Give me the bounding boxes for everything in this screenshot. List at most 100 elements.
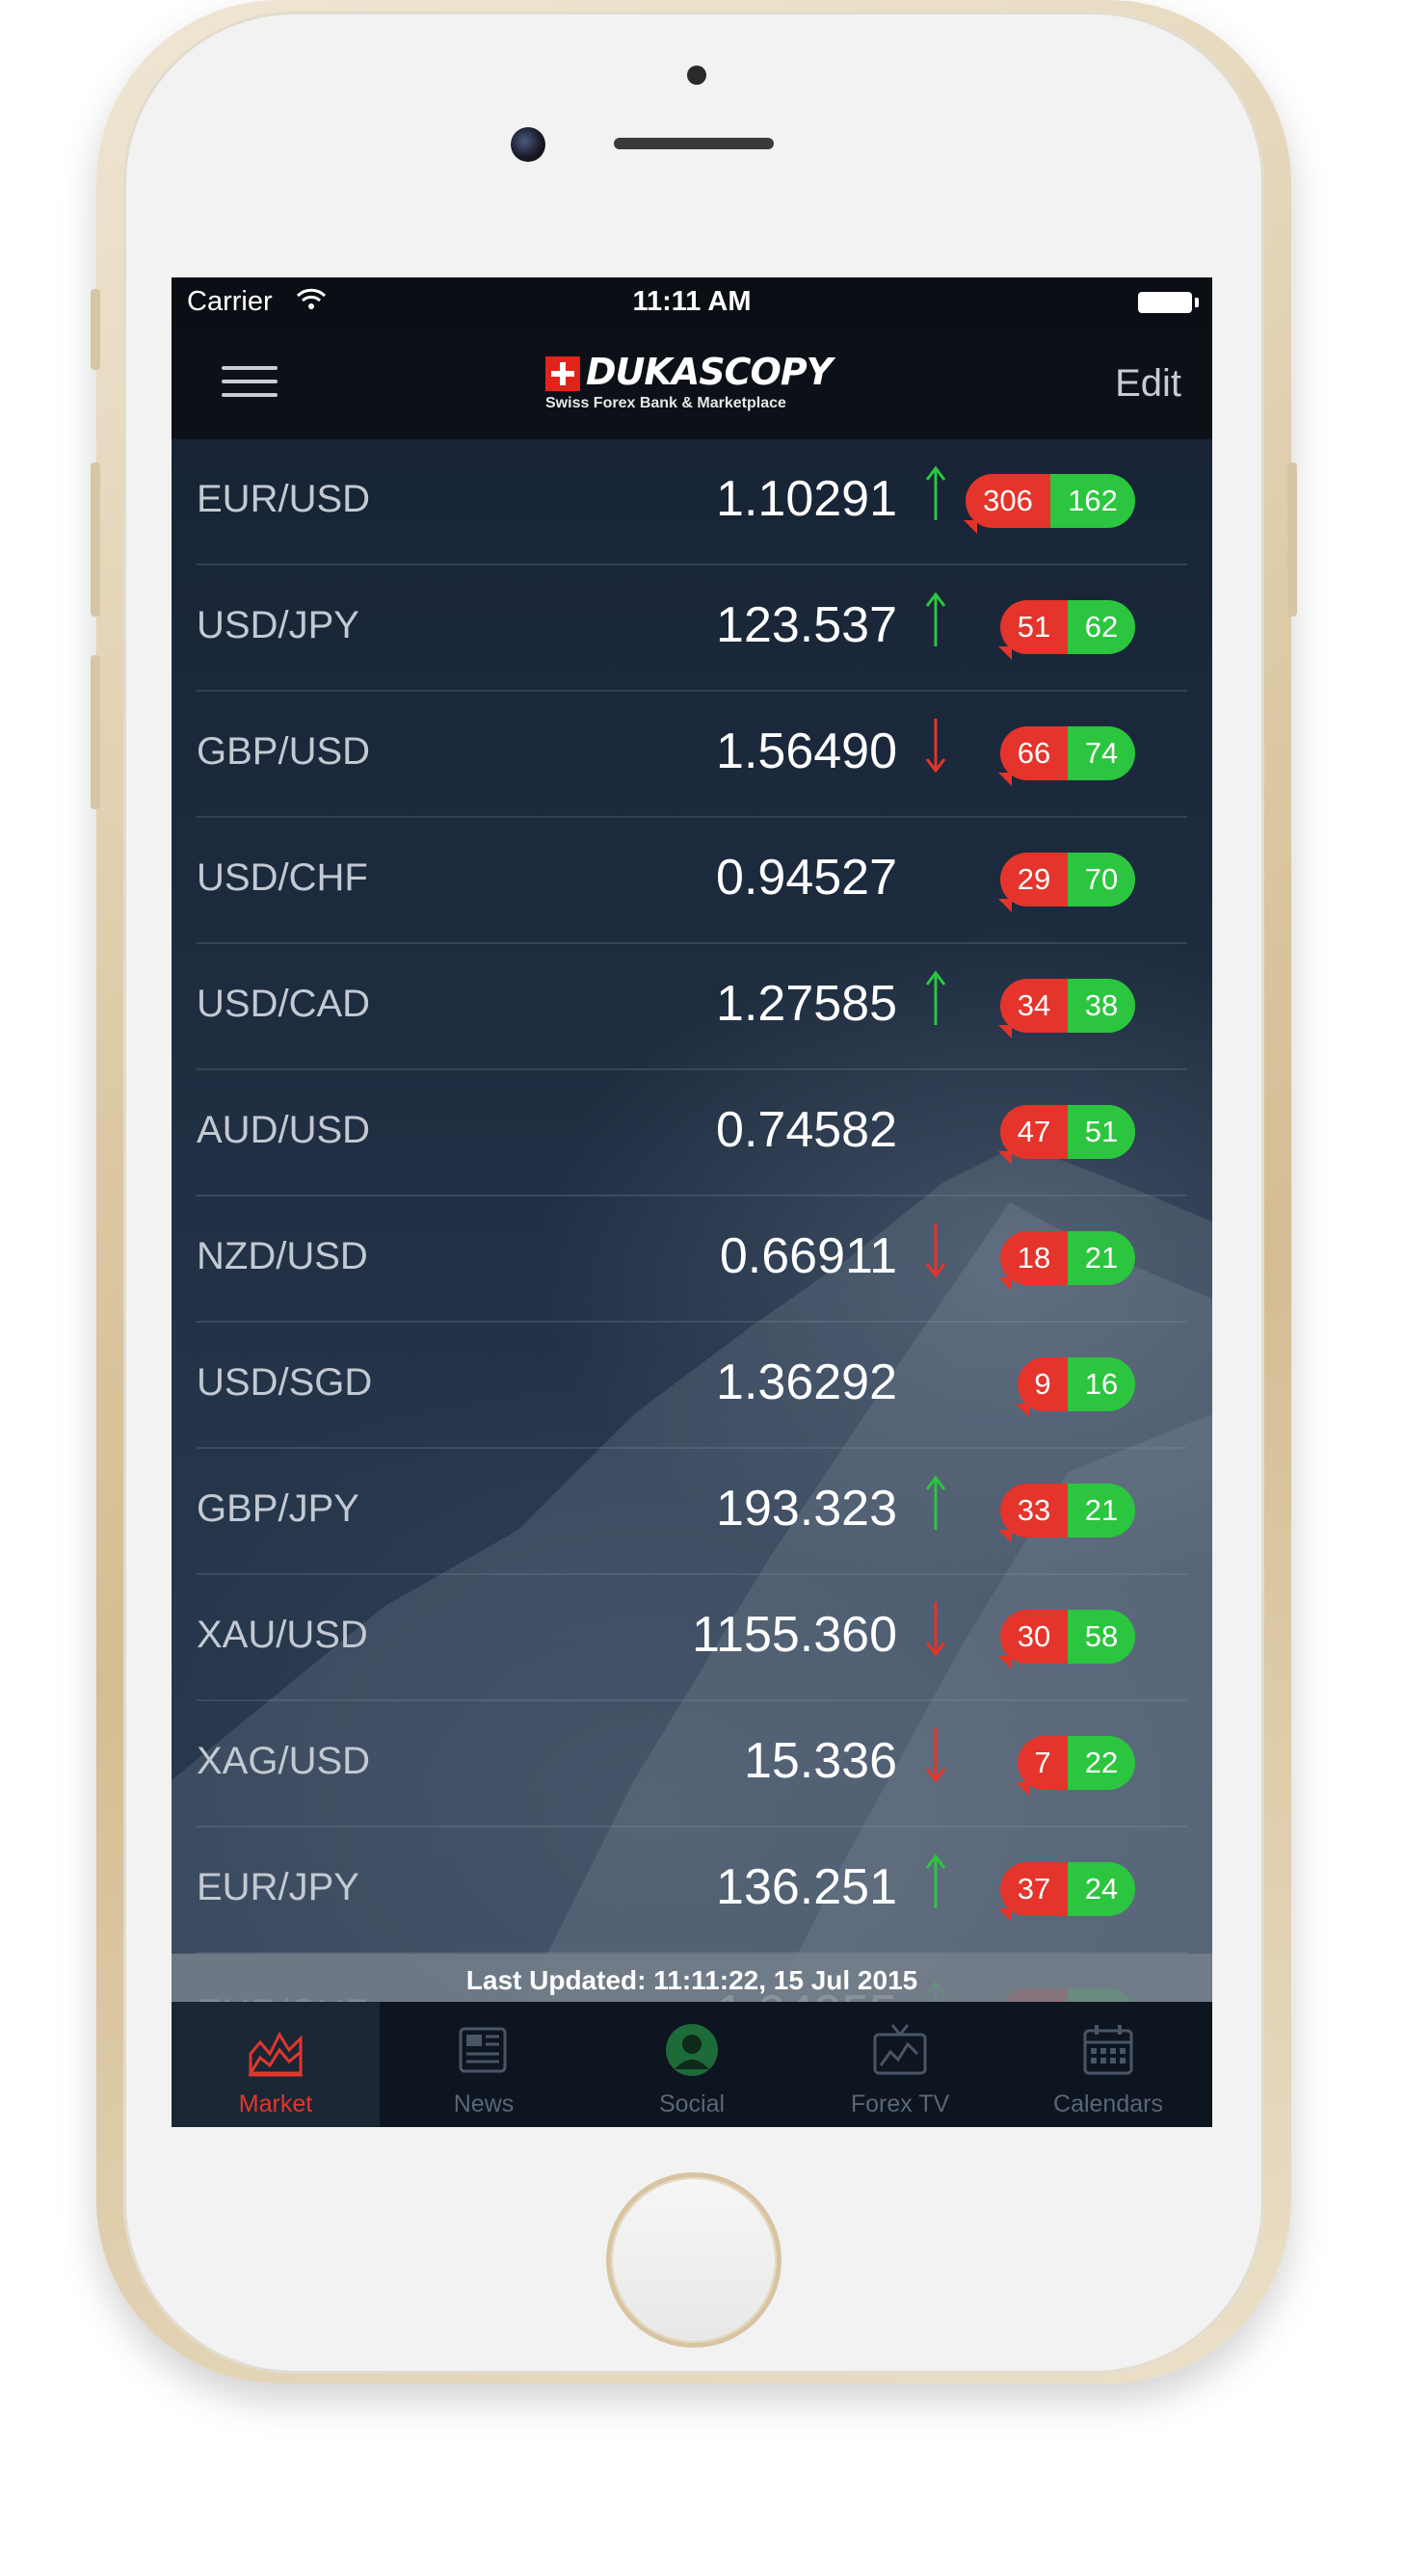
tab-label: Market	[238, 2090, 313, 2117]
hamburger-menu-icon[interactable]	[222, 366, 279, 401]
bearish-count: 30	[998, 1610, 1068, 1669]
rate-row[interactable]: GBP/USD 1.56490 66 74	[172, 692, 1212, 818]
dukascopy-logo: DUKASCOPY Swiss Forex Bank & Marketplace	[545, 351, 854, 418]
bullish-count: 74	[1068, 726, 1135, 780]
rate-row[interactable]: USD/SGD 1.36292 9 16	[172, 1323, 1212, 1449]
rate-row[interactable]: AUD/USD 0.74582 47 51	[172, 1070, 1212, 1196]
price-value: 136.251	[716, 1859, 897, 1915]
price-value: 15.336	[743, 1733, 897, 1789]
sentiment-badge: 306 162	[964, 474, 1135, 534]
bearish-count: 29	[998, 853, 1068, 912]
bullish-count: 21	[1068, 1231, 1135, 1285]
status-bar: Carrier 11:11 AM	[172, 277, 1212, 328]
bearish-count: 51	[998, 600, 1068, 660]
currency-pair-label: USD/CHF	[197, 856, 368, 899]
tab-label: News	[453, 2090, 515, 2117]
bearish-count: 9	[1016, 1357, 1068, 1417]
earpiece-speaker	[614, 138, 774, 149]
arrow-up-icon	[925, 465, 946, 520]
rate-row[interactable]: GBP/JPY 193.323 33 21	[172, 1449, 1212, 1575]
price-value: 1.10291	[716, 471, 897, 527]
currency-pair-label: GBP/USD	[197, 730, 371, 773]
bullish-count: 58	[1068, 1610, 1135, 1664]
tab-label: Calendars	[1053, 2090, 1163, 2117]
currency-pair-label: USD/JPY	[197, 604, 359, 646]
currency-pair-label: USD/CAD	[197, 983, 371, 1025]
power-button	[1287, 462, 1297, 617]
tab-market[interactable]: Market	[172, 2002, 380, 2127]
price-value: 193.323	[716, 1481, 897, 1537]
bearish-count: 33	[998, 1484, 1068, 1543]
mute-switch	[91, 289, 100, 370]
currency-pair-label: EUR/JPY	[197, 1866, 359, 1908]
bullish-count: 24	[1068, 1862, 1135, 1916]
bearish-count: 34	[998, 979, 1068, 1038]
tab-calendars[interactable]: Calendars	[1004, 2002, 1212, 2127]
sentiment-badge: 51 62	[998, 600, 1135, 660]
clock: 11:11 AM	[632, 286, 752, 317]
navigation-bar: DUKASCOPY Swiss Forex Bank & Marketplace…	[172, 328, 1212, 439]
tab-label: Forex TV	[850, 2090, 950, 2117]
front-camera	[511, 127, 545, 162]
sentiment-badge: 29 70	[998, 853, 1135, 912]
bullish-count: 16	[1068, 1357, 1135, 1411]
battery-icon	[1138, 292, 1199, 313]
rate-row[interactable]: USD/JPY 123.537 51 62	[172, 565, 1212, 692]
bullish-count: 21	[1068, 1484, 1135, 1538]
bullish-count: 51	[1068, 1105, 1135, 1159]
price-value: 1.36292	[716, 1354, 897, 1410]
rate-row[interactable]: USD/CAD 1.27585 34 38	[172, 944, 1212, 1070]
tab-social[interactable]: Social	[588, 2002, 796, 2127]
tab-bar: Market News Social Forex TV Calendars	[172, 2002, 1212, 2127]
arrow-up-icon	[925, 970, 946, 1025]
arrow-down-icon	[925, 1602, 946, 1657]
arrow-up-icon	[925, 1853, 946, 1908]
logo-wordmark: DUKASCOPY	[586, 351, 833, 393]
bearish-count: 37	[998, 1862, 1068, 1922]
arrow-down-icon	[925, 1728, 946, 1783]
currency-pair-label: XAU/USD	[197, 1614, 368, 1656]
home-button[interactable]	[611, 2177, 777, 2343]
currency-pair-label: GBP/JPY	[197, 1487, 359, 1530]
price-value: 1.27585	[716, 976, 897, 1032]
swiss-cross-icon	[545, 356, 580, 391]
currency-pair-label: XAG/USD	[197, 1740, 371, 1782]
arrow-down-icon	[925, 1223, 946, 1278]
rate-row[interactable]: XAU/USD 1155.360 30 58	[172, 1575, 1212, 1701]
sentiment-badge: 33 21	[998, 1484, 1135, 1543]
sentiment-badge: 7 22	[1016, 1736, 1135, 1796]
bullish-count: 38	[1068, 979, 1135, 1033]
rate-row[interactable]: USD/CHF 0.94527 29 70	[172, 818, 1212, 944]
currency-pair-label: NZD/USD	[197, 1235, 368, 1277]
edit-button[interactable]: Edit	[1115, 362, 1181, 406]
bearish-count: 66	[998, 726, 1068, 786]
proximity-sensor	[687, 66, 706, 85]
arrow-down-icon	[925, 719, 946, 774]
arrow-up-icon	[925, 1475, 946, 1530]
sentiment-badge: 66 74	[998, 726, 1135, 786]
price-value: 1155.360	[691, 1607, 897, 1663]
bearish-count: 18	[998, 1231, 1068, 1291]
logo-tagline: Swiss Forex Bank & Marketplace	[545, 395, 786, 411]
bullish-count: 22	[1068, 1736, 1135, 1790]
volume-up-button	[91, 462, 100, 617]
sentiment-badge: 30 58	[998, 1610, 1135, 1669]
rate-row[interactable]: XAG/USD 15.336 7 22	[172, 1701, 1212, 1827]
price-value: 1.56490	[716, 723, 897, 779]
last-updated-bar: Last Updated: 11:11:22, 15 Jul 2015	[172, 1954, 1212, 2008]
tab-forex-tv[interactable]: Forex TV	[796, 2002, 1004, 2127]
sentiment-badge: 9 16	[1016, 1357, 1135, 1417]
rate-row[interactable]: EUR/USD 1.10291 306 162	[172, 439, 1212, 565]
rate-row[interactable]: EUR/JPY 136.251 37 24	[172, 1827, 1212, 1954]
bearish-count: 306	[964, 474, 1050, 534]
bullish-count: 162	[1050, 474, 1135, 528]
currency-pair-label: USD/SGD	[197, 1361, 373, 1404]
app-screen: Carrier 11:11 AM DUKASCOPY Swiss Forex B…	[172, 277, 1212, 2127]
rate-row[interactable]: NZD/USD 0.66911 18 21	[172, 1196, 1212, 1323]
price-value: 0.74582	[716, 1102, 897, 1158]
bullish-count: 62	[1068, 600, 1135, 654]
volume-down-button	[91, 655, 100, 809]
currency-pair-label: EUR/USD	[197, 478, 371, 520]
tab-news[interactable]: News	[380, 2002, 588, 2127]
tab-label: Social	[658, 2090, 726, 2117]
